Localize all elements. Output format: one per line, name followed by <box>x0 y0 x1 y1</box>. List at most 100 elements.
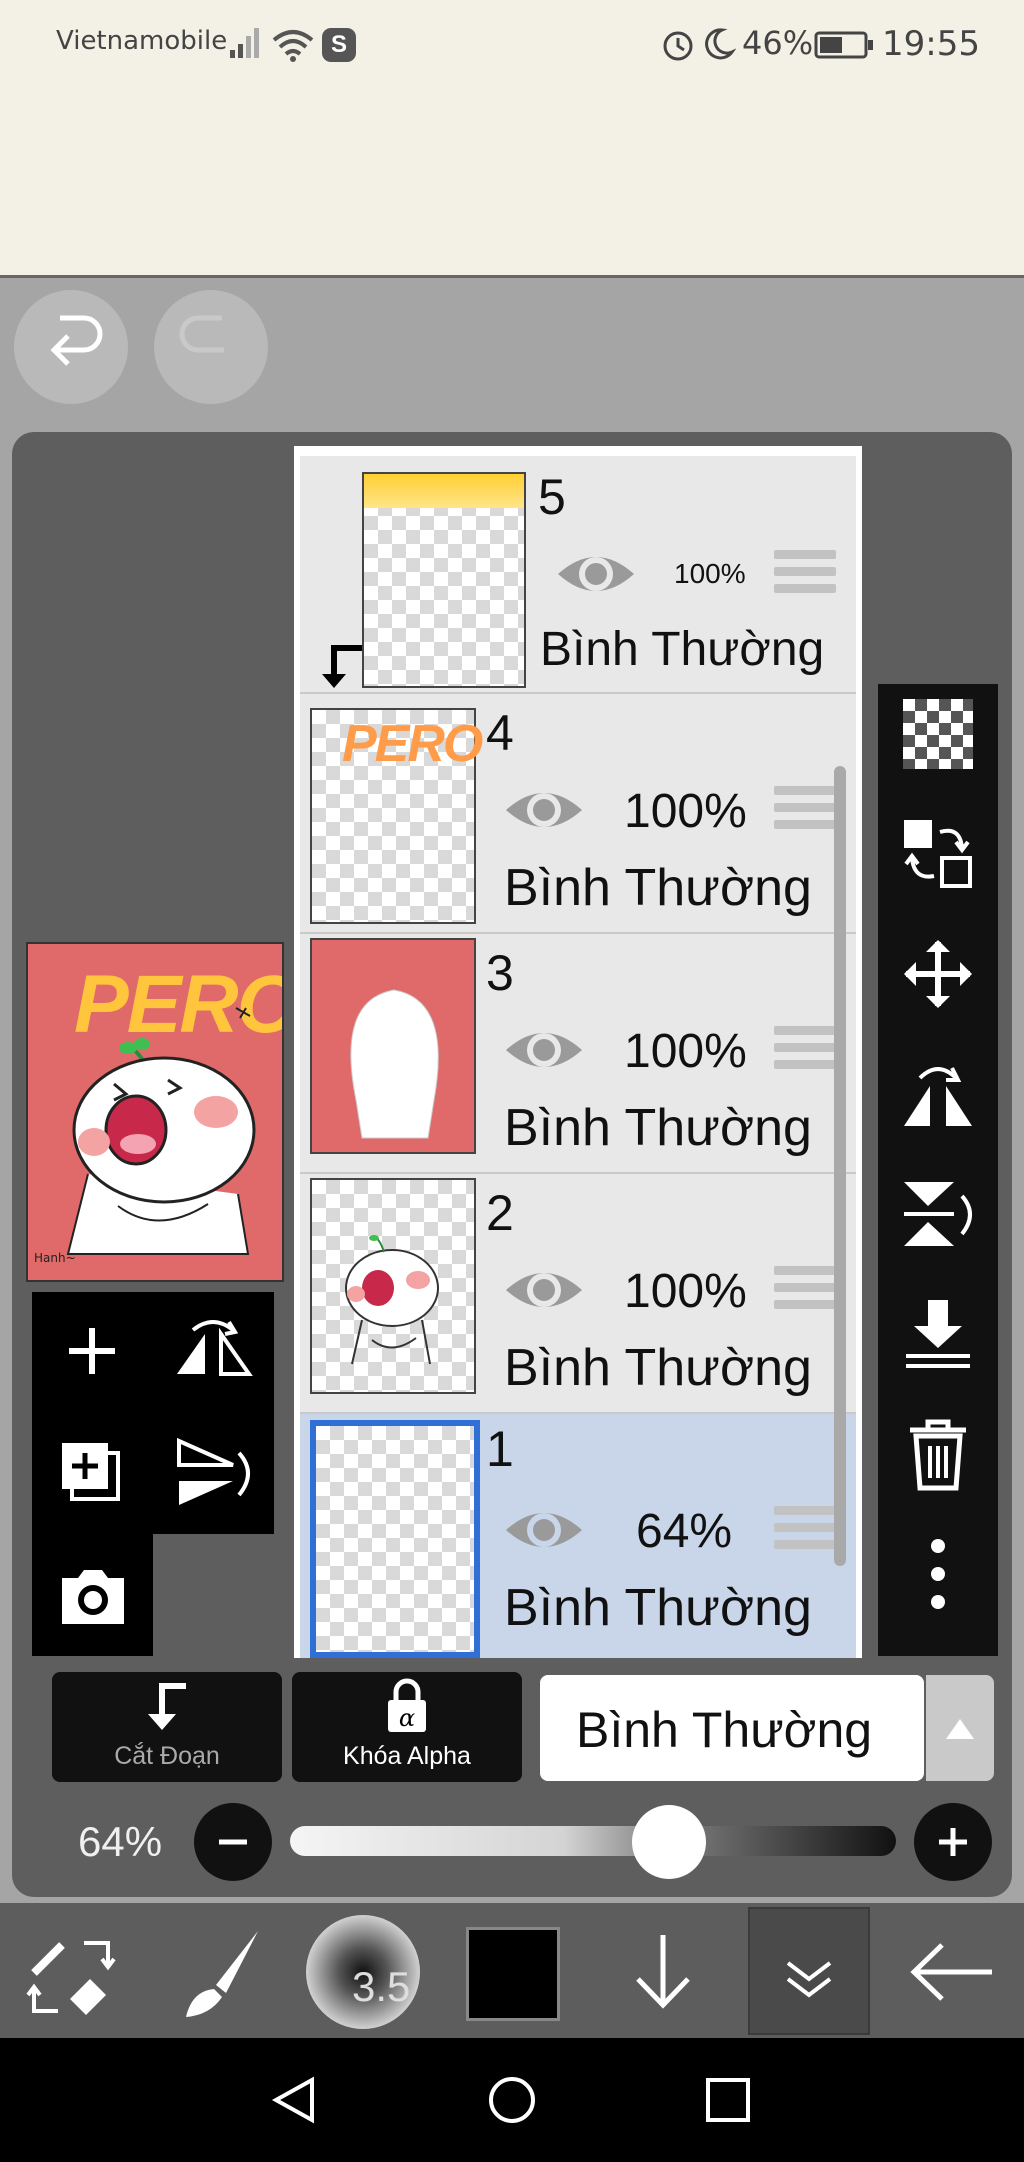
clipping-label: Cắt Đoạn <box>114 1742 220 1770</box>
camera-import-button[interactable] <box>32 1534 153 1656</box>
nav-home-icon[interactable] <box>486 2074 538 2126</box>
merge-down-button[interactable] <box>878 1284 998 1384</box>
layer-blend-mode: Bình Thường <box>540 623 825 676</box>
visibility-eye-icon[interactable] <box>502 1260 586 1320</box>
plus-icon <box>69 1328 115 1374</box>
move-button[interactable] <box>878 924 998 1024</box>
redo-icon <box>179 315 224 353</box>
drag-handle-icon[interactable] <box>774 1026 836 1077</box>
double-chevron-down-icon <box>786 1961 832 1998</box>
delete-layer-button[interactable] <box>878 1404 998 1504</box>
opacity-slider-track[interactable] <box>290 1826 896 1856</box>
back-button[interactable] <box>896 1915 1010 2029</box>
plus-icon <box>939 1828 967 1856</box>
app-notification-icon: S <box>322 28 356 62</box>
layer-opacity: 100% <box>624 785 747 838</box>
flip-horizontal-icon <box>904 1067 972 1126</box>
layer-number: 3 <box>486 945 514 1001</box>
more-options-button[interactable] <box>878 1524 998 1624</box>
visibility-eye-icon[interactable] <box>554 544 638 604</box>
layer-number: 5 <box>538 469 566 525</box>
duplicate-layer-icon <box>62 1443 120 1501</box>
opacity-decrease-button[interactable] <box>194 1803 272 1881</box>
opacity-value-label: 64% <box>78 1818 163 1865</box>
minus-icon <box>219 1839 247 1845</box>
layer-row[interactable]: 5 100% Bình Thường <box>300 456 856 694</box>
flip-vertical-button[interactable] <box>153 1413 274 1534</box>
layer-row-selected[interactable]: 1 64% Bình Thường <box>300 1414 856 1658</box>
camera-icon <box>62 1570 124 1624</box>
trash-icon <box>910 1419 966 1491</box>
left-tools-top <box>32 1292 274 1534</box>
move-arrows-icon <box>904 940 972 1008</box>
arrow-down-icon <box>636 1935 690 2009</box>
drag-handle-icon[interactable] <box>774 786 836 837</box>
layer-list-scrollbar[interactable] <box>834 766 846 1566</box>
layer-thumbnail[interactable]: PERO <box>310 708 483 924</box>
layer-number: 4 <box>486 705 514 761</box>
layer-row[interactable]: 3 100% Bình Thường <box>300 934 856 1174</box>
thumb-character <box>345 1235 439 1365</box>
layer-row[interactable]: 2 100% Bình Thường <box>300 1174 856 1414</box>
layer-number: 2 <box>486 1185 514 1241</box>
layer-thumbnail[interactable] <box>310 1420 480 1658</box>
layer-thumbnail[interactable] <box>310 1178 476 1394</box>
signal-icon <box>230 28 259 58</box>
blend-mode-dropdown-button[interactable] <box>926 1675 994 1781</box>
add-layer-button[interactable] <box>32 1292 153 1413</box>
character-drawing: Hanh~ <box>34 1007 256 1265</box>
transparency-button[interactable] <box>878 684 998 784</box>
drag-handle-icon[interactable] <box>774 1506 836 1557</box>
nav-recents-icon[interactable] <box>702 2074 754 2126</box>
scroll-down-button[interactable] <box>606 1915 720 2029</box>
lock-alpha-icon: α <box>388 1678 426 1732</box>
visibility-eye-icon[interactable] <box>502 780 586 840</box>
undo-button[interactable] <box>14 290 128 404</box>
brush-eraser-toggle-button[interactable] <box>14 1915 128 2029</box>
layer-blend-mode: Bình Thường <box>504 1099 812 1157</box>
svg-text:α: α <box>399 1704 415 1732</box>
blend-mode-value: Bình Thường <box>576 1702 873 1758</box>
brush-size-button[interactable]: 3.5 <box>306 1915 420 2029</box>
checkerboard-icon <box>903 699 973 769</box>
flip-horizontal-right-button[interactable] <box>878 1044 998 1144</box>
visibility-eye-icon[interactable] <box>502 1020 586 1080</box>
layer-panel-toggle-button[interactable] <box>748 1907 870 2035</box>
layer-thumbnail[interactable] <box>310 938 476 1154</box>
flip-vertical-icon <box>177 1437 250 1505</box>
color-swatch-button[interactable] <box>466 1927 560 2021</box>
right-toolbar <box>878 684 998 1656</box>
thumb-cutout <box>350 989 439 1139</box>
drag-handle-icon[interactable] <box>774 1266 836 1317</box>
nav-back-icon[interactable] <box>268 2074 320 2126</box>
redo-button[interactable] <box>154 290 268 404</box>
layer-row[interactable]: PERO 4 100% Bình Thường <box>300 694 856 934</box>
opacity-slider-handle[interactable] <box>632 1805 706 1879</box>
alpha-lock-button[interactable]: α Khóa Alpha <box>292 1672 522 1782</box>
clipping-arrow-icon <box>148 1683 186 1730</box>
flip-vertical-icon <box>904 1182 972 1246</box>
flip-horizontal-button[interactable] <box>153 1292 274 1413</box>
layer-blend-mode: Bình Thường <box>504 1579 812 1637</box>
duplicate-layer-button[interactable] <box>32 1413 153 1534</box>
opacity-increase-button[interactable] <box>914 1803 992 1881</box>
layer-list[interactable]: 5 100% Bình Thường PERO 4 100% Bình Thườ… <box>294 446 862 1658</box>
system-navigation-bar <box>0 2038 1024 2162</box>
flip-horizontal-icon <box>177 1320 253 1376</box>
move-layer-button[interactable] <box>878 804 998 904</box>
brush-tool-button[interactable] <box>164 1915 278 2029</box>
layer-opacity: 100% <box>624 1265 747 1318</box>
layer-thumbnail[interactable] <box>362 472 526 688</box>
alpha-lock-label: Khóa Alpha <box>343 1742 471 1770</box>
layer-number: 1 <box>486 1421 514 1477</box>
moon-icon <box>705 28 736 60</box>
battery-percent: 46% <box>742 24 814 62</box>
visibility-eye-icon[interactable] <box>502 1500 586 1560</box>
blend-mode-select[interactable]: Bình Thường <box>540 1675 924 1781</box>
status-bar: Vietnamobile S 46% 19:55 <box>0 0 1024 278</box>
canvas-preview[interactable]: PERO Hanh~ <box>26 942 284 1282</box>
swap-layer-icon <box>904 820 972 888</box>
clipping-button[interactable]: Cắt Đoạn <box>52 1672 282 1782</box>
drag-handle-icon[interactable] <box>774 550 836 601</box>
flip-vertical-right-button[interactable] <box>878 1164 998 1264</box>
